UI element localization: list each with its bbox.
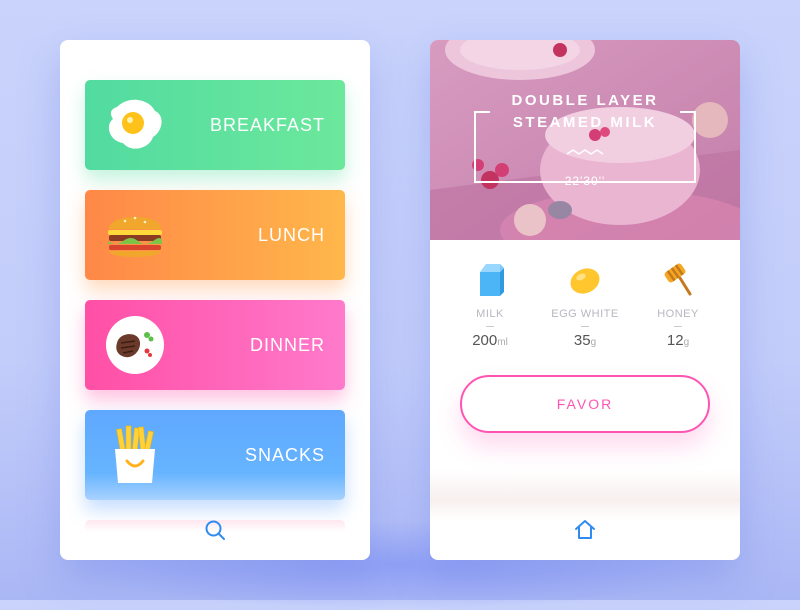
title-frame: [474, 111, 696, 183]
meal-categories-screen: BREAKFAST LUNCH DINNER SNACKS: [60, 40, 370, 560]
ingredient-name: HONEY: [657, 308, 699, 320]
cooking-time: 22'30'': [564, 174, 606, 188]
ingredient-name: EGG WHITE: [551, 308, 619, 320]
category-lunch[interactable]: LUNCH: [85, 190, 345, 280]
burger-icon: [108, 216, 162, 257]
recipe-title-line1: DOUBLE LAYER: [511, 92, 659, 109]
recipe-hero-image: DOUBLE LAYER STEAMED MILK 22'30'': [430, 40, 740, 240]
recipe-detail-screen: DOUBLE LAYER STEAMED MILK 22'30'' MILK 2…: [430, 40, 740, 560]
ingredient-amount: 200ml: [472, 332, 508, 349]
category-label: LUNCH: [257, 225, 325, 245]
ingredient-honey: HONEY 12g: [628, 260, 728, 349]
category-snacks[interactable]: SNACKS: [85, 410, 345, 500]
egg-icon: [570, 268, 600, 294]
separator: [581, 326, 589, 327]
fried-egg-icon: [108, 99, 162, 149]
category-label: BREAKFAST: [209, 115, 325, 135]
next-section-peek: [430, 470, 740, 520]
ingredient-name: MILK: [476, 308, 504, 320]
ingredient-amount: 12g: [666, 332, 690, 349]
category-dinner[interactable]: DINNER: [85, 300, 345, 390]
milk-carton-icon: [480, 264, 504, 296]
ingredient-amount: 35g: [573, 332, 597, 349]
steak-plate-icon: [106, 316, 164, 374]
fries-icon: [115, 425, 155, 483]
wave-divider-icon: [566, 149, 604, 155]
ingredient-milk: MILK 200ml: [440, 260, 540, 349]
category-label: SNACKS: [244, 445, 325, 465]
ingredient-egg-white: EGG WHITE 35g: [535, 260, 635, 349]
favor-button[interactable]: FAVOR: [460, 375, 710, 433]
search-icon[interactable]: [203, 518, 227, 542]
home-icon[interactable]: [573, 518, 597, 542]
category-label: DINNER: [249, 335, 325, 355]
separator: [486, 326, 494, 327]
separator: [674, 326, 682, 327]
category-breakfast[interactable]: BREAKFAST: [85, 80, 345, 170]
honey-dipper-icon: [664, 263, 692, 296]
